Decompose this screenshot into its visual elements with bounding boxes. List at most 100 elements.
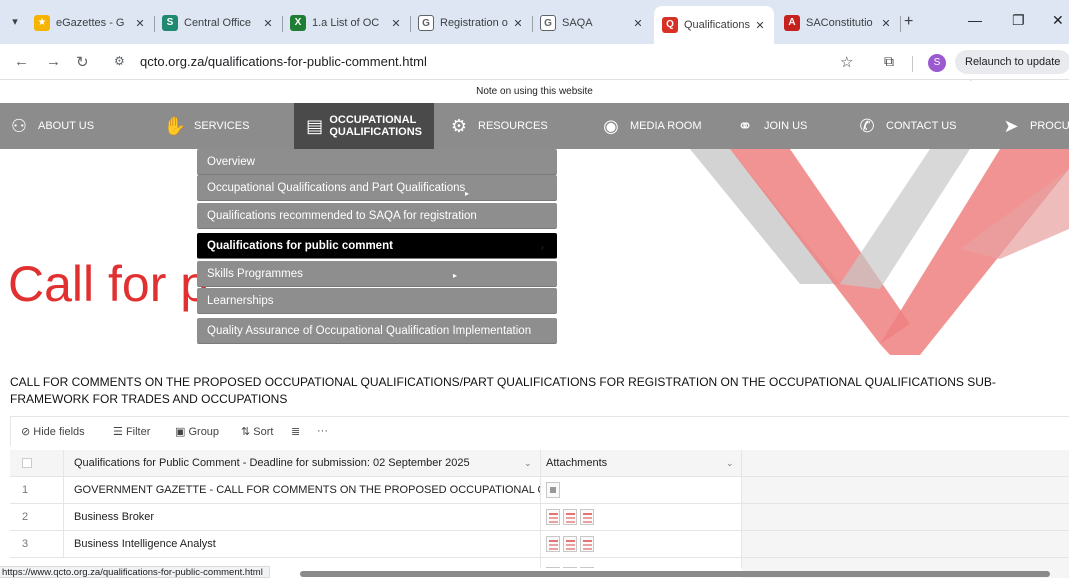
select-all-checkbox[interactable] <box>10 450 63 477</box>
close-tab-icon[interactable]: ✕ <box>390 17 402 30</box>
minimize-icon[interactable]: — <box>968 12 982 28</box>
row-number: 3 <box>22 538 29 550</box>
forward-icon[interactable]: → <box>46 53 61 70</box>
relaunch-label: Relaunch to update <box>965 56 1061 68</box>
column-menu-chevron-icon[interactable]: ⌄ <box>524 458 532 469</box>
close-window-icon[interactable]: ✕ <box>1052 12 1064 29</box>
nav-services[interactable]: ✋ SERVICES <box>162 103 250 149</box>
extensions-icon[interactable]: ⧉ <box>884 53 894 70</box>
pdf-attachment-icon[interactable] <box>563 536 577 553</box>
nav-label: RESOURCES <box>478 120 548 132</box>
horizontal-scrollbar[interactable] <box>300 571 1050 577</box>
hero-title: Call for p <box>8 256 209 312</box>
pdf-attachment-icon <box>546 567 560 568</box>
row-attachments[interactable] <box>540 504 742 531</box>
menu-item-overview[interactable]: Overview <box>197 149 557 175</box>
column-menu-chevron-icon[interactable]: ⌄ <box>726 458 734 469</box>
tab-divider <box>900 16 901 32</box>
column-header-attachments[interactable]: Attachments <box>540 450 742 477</box>
tab-title: Central Office <box>184 17 252 29</box>
procurement-icon: ➤ <box>1003 115 1019 136</box>
nav-about-us[interactable]: ⚇ ABOUT US <box>6 103 94 149</box>
table-row[interactable]: 3 Business Intelligence Analyst <box>10 531 1069 558</box>
globe-favicon-icon: G <box>540 15 556 31</box>
eye-off-icon: ⊘ <box>21 426 31 438</box>
sort-button[interactable]: ⇅ Sort <box>241 425 273 438</box>
row-number: 1 <box>22 484 29 496</box>
row-name[interactable]: Business Intelligence Analyst <box>63 531 540 558</box>
address-bar[interactable]: ⚙ qcto.org.za/qualifications-for-public-… <box>100 49 880 75</box>
tab-registration[interactable]: G Registration o ✕ <box>410 8 532 38</box>
close-tab-icon[interactable]: ✕ <box>632 17 644 30</box>
tab-egazettes[interactable]: ★ eGazettes - G ✕ <box>26 8 154 38</box>
url-text[interactable]: qcto.org.za/qualifications-for-public-co… <box>140 54 427 69</box>
filter-button[interactable]: ☰ Filter <box>113 425 150 438</box>
site-notice[interactable]: Note on using this website <box>0 81 1069 103</box>
nav-media-room[interactable]: ◉ MEDIA ROOM <box>598 103 701 149</box>
pdf-attachment-icon[interactable] <box>546 536 560 553</box>
filter-icon: ☰ <box>113 426 123 438</box>
row-name[interactable]: Business Broker <box>63 504 540 531</box>
tab-list-of-oc[interactable]: X 1.a List of OC ✕ <box>282 8 410 38</box>
profile-avatar[interactable]: S <box>928 54 946 72</box>
menu-item-recommended-to-saqa[interactable]: Qualifications recommended to SAQA for r… <box>197 203 557 229</box>
media-icon: ◉ <box>603 115 619 136</box>
close-tab-icon[interactable]: ✕ <box>262 17 274 30</box>
nav-label: PROCUR <box>1030 120 1069 132</box>
nav-procurement[interactable]: ➤ PROCUR <box>998 103 1069 149</box>
close-tab-icon[interactable]: ✕ <box>754 19 766 32</box>
tab-search-icon[interactable]: ▾ <box>6 13 24 31</box>
tab-saconstitution[interactable]: A SAConstitutio ✕ <box>776 8 900 38</box>
tab-saqa[interactable]: G SAQA ✕ <box>532 8 652 38</box>
nav-label-line1: OCCUPATIONAL <box>329 114 417 126</box>
row-attachments <box>540 558 742 568</box>
row-height-icon[interactable]: ≣ <box>291 425 300 438</box>
hide-fields-button[interactable]: ⊘ Hide fields <box>21 425 85 438</box>
menu-item-occupational-qualifications[interactable]: Occupational Qualifications and Part Qua… <box>197 175 557 201</box>
people-icon: ⚇ <box>10 115 28 136</box>
menu-item-learnerships[interactable]: Learnerships <box>197 288 557 314</box>
bookmark-star-icon[interactable]: ☆ <box>840 53 853 71</box>
submenu-arrow-icon: › <box>541 243 544 252</box>
row-number: 2 <box>22 511 29 523</box>
row-attachments[interactable] <box>540 477 742 504</box>
group-icon: ▣ <box>175 426 186 438</box>
close-tab-icon[interactable]: ✕ <box>880 17 892 30</box>
attachment-thumbnail-icon[interactable] <box>546 482 560 499</box>
nav-resources[interactable]: ⚙ RESOURCES <box>446 103 548 149</box>
tab-title: Registration o <box>440 17 508 29</box>
reload-icon[interactable]: ↻ <box>76 53 89 71</box>
more-options-button[interactable]: ··· <box>317 425 328 437</box>
new-tab-button[interactable]: + <box>904 13 913 31</box>
menu-item-public-comment[interactable]: Qualifications for public comment <box>197 233 557 259</box>
menu-item-quality-assurance[interactable]: Quality Assurance of Occupational Qualif… <box>197 318 557 344</box>
relaunch-button[interactable]: Relaunch to update ⋮ <box>955 50 1069 92</box>
table-row[interactable]: 2 Business Broker <box>10 504 1069 531</box>
nav-label: OCCUPATIONAL QUALIFICATIONS <box>329 114 422 138</box>
pdf-attachment-icon[interactable] <box>563 509 577 526</box>
table-header-row: Qualifications for Public Comment - Dead… <box>10 450 1069 477</box>
nav-occupational-qualifications[interactable]: ▤ OCCUPATIONAL QUALIFICATIONS <box>294 103 434 149</box>
close-tab-icon[interactable]: ✕ <box>512 17 524 30</box>
tab-central-office[interactable]: S Central Office ✕ <box>154 8 282 38</box>
row-name[interactable]: GOVERNMENT GAZETTE - CALL FOR COMMENTS O… <box>63 477 540 504</box>
pdf-attachment-icon[interactable] <box>580 509 594 526</box>
nav-join-us[interactable]: ⚭ JOIN US <box>732 103 807 149</box>
pdf-attachment-icon[interactable] <box>580 536 594 553</box>
restore-icon[interactable]: ❐ <box>1012 12 1025 29</box>
table-row[interactable]: 1 GOVERNMENT GAZETTE - CALL FOR COMMENTS… <box>10 477 1069 504</box>
site-info-icon[interactable]: ⚙ <box>114 54 125 68</box>
tab-title: 1.a List of OC <box>312 17 380 29</box>
menu-item-skills-programmes[interactable]: Skills Programmes <box>197 261 557 287</box>
close-tab-icon[interactable]: ✕ <box>134 17 146 30</box>
group-button[interactable]: ▣ Group <box>175 425 219 438</box>
column-header-qualifications[interactable]: Qualifications for Public Comment - Dead… <box>63 450 540 477</box>
services-icon: ✋ <box>163 115 187 136</box>
tab-qualifications[interactable]: Q Qualifications ✕ <box>654 6 774 44</box>
nav-contact-us[interactable]: ✆ CONTACT US <box>854 103 956 149</box>
pdf-attachment-icon[interactable] <box>546 509 560 526</box>
browser-toolbar: ← → ↻ ⚙ qcto.org.za/qualifications-for-p… <box>0 44 1069 92</box>
back-icon[interactable]: ← <box>14 53 29 70</box>
site-main-nav: ⚇ ABOUT US ✋ SERVICES ▤ OCCUPATIONAL QUA… <box>0 103 1069 149</box>
row-attachments[interactable] <box>540 531 742 558</box>
